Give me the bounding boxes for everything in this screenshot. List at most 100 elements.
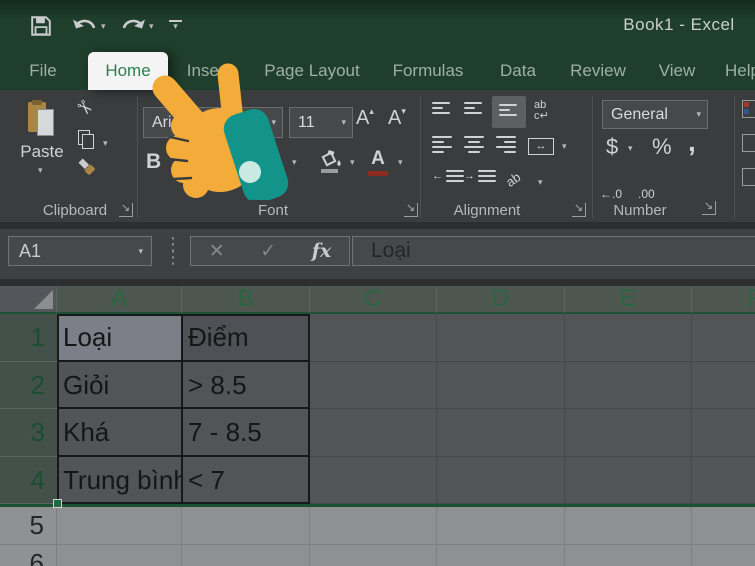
clipboard-dialog-launcher[interactable]: ↘ [119, 203, 133, 217]
borders-button[interactable]: ⊞ [258, 147, 278, 176]
cell-c2[interactable] [310, 362, 437, 409]
font-size-combobox[interactable]: 11 ▾ [289, 107, 353, 138]
copy-dropdown-icon[interactable]: ▾ [103, 139, 108, 148]
column-header-c[interactable]: C [310, 285, 437, 314]
number-dialog-launcher[interactable]: ↘ [702, 201, 716, 215]
redo-button[interactable] [120, 17, 146, 40]
cell-b6[interactable] [182, 545, 310, 566]
cell-f2[interactable] [692, 362, 755, 409]
increase-indent-button[interactable]: → [464, 170, 496, 182]
select-all-corner[interactable] [0, 286, 57, 314]
font-color-dropdown-icon[interactable]: ▾ [398, 158, 403, 167]
tab-view[interactable]: View [646, 52, 708, 90]
align-left-button[interactable] [432, 136, 452, 153]
cell-c4[interactable] [310, 457, 437, 504]
cell-d5[interactable] [437, 507, 565, 545]
cell-c1[interactable] [310, 314, 437, 362]
column-header-e[interactable]: E [565, 285, 692, 314]
tab-help[interactable]: Help [725, 52, 755, 90]
tab-page-layout[interactable]: Page Layout [252, 52, 372, 90]
cell-e2[interactable] [565, 362, 692, 409]
cell-f1[interactable] [692, 314, 755, 362]
font-color-button[interactable]: A [368, 148, 388, 176]
top-align-button[interactable] [432, 102, 450, 114]
row-header-1[interactable]: 1 [0, 314, 57, 362]
bold-button[interactable]: B [146, 150, 161, 174]
column-header-f[interactable]: F [692, 285, 755, 314]
accounting-dropdown-icon[interactable]: ▾ [628, 144, 633, 153]
tab-review[interactable]: Review [560, 52, 636, 90]
format-as-table-icon[interactable] [742, 134, 755, 152]
align-center-button[interactable] [464, 136, 484, 153]
cell-f6[interactable] [692, 545, 755, 566]
align-right-button[interactable] [496, 136, 516, 153]
tab-insert[interactable]: Insert [176, 52, 240, 90]
column-header-b[interactable]: B [182, 285, 310, 314]
cell-e6[interactable] [565, 545, 692, 566]
column-header-a[interactable]: A [57, 285, 182, 314]
paste-dropdown-icon[interactable]: ▾ [38, 166, 43, 175]
orientation-dropdown-icon[interactable]: ▾ [538, 178, 543, 187]
formula-input[interactable]: Loại [352, 236, 755, 266]
borders-dropdown-icon[interactable]: ▾ [292, 158, 297, 167]
cell-styles-icon[interactable] [742, 168, 755, 186]
cell-d4[interactable] [437, 457, 565, 504]
decrease-indent-button[interactable]: ← [432, 170, 464, 182]
cell-a5[interactable] [57, 507, 182, 545]
tab-formulas[interactable]: Formulas [382, 52, 474, 90]
cell-f4[interactable] [692, 457, 755, 504]
save-button[interactable] [30, 15, 52, 42]
middle-align-button[interactable] [464, 102, 482, 114]
font-name-combobox[interactable]: Arial ▾ [143, 107, 283, 138]
cell-d3[interactable] [437, 409, 565, 457]
shrink-font-button[interactable]: A▾ [388, 106, 406, 130]
tab-file[interactable]: File [20, 52, 66, 90]
cell-a6[interactable] [57, 545, 182, 566]
cell-d1[interactable] [437, 314, 565, 362]
undo-button[interactable] [72, 17, 98, 40]
row-header-2[interactable]: 2 [0, 362, 57, 409]
comma-style-button[interactable]: , [688, 126, 696, 158]
tab-data[interactable]: Data [486, 52, 550, 90]
enter-icon[interactable]: ✓ [260, 240, 276, 263]
formula-bar-resize-handle[interactable]: ⋮ ⋮ [164, 235, 182, 266]
name-box[interactable]: A1 ▾ [8, 236, 152, 266]
italic-button[interactable]: I [178, 150, 186, 174]
bottom-align-button[interactable] [492, 96, 526, 128]
fill-color-button[interactable] [318, 149, 344, 179]
cell-b5[interactable] [182, 507, 310, 545]
format-painter-icon[interactable] [76, 156, 98, 183]
merge-center-button[interactable]: ↔ [528, 138, 554, 155]
cell-f5[interactable] [692, 507, 755, 545]
wrap-text-button[interactable]: ab c↵ [534, 100, 549, 122]
copy-icon[interactable] [78, 130, 95, 149]
column-header-d[interactable]: D [437, 285, 565, 314]
row-header-4[interactable]: 4 [0, 457, 57, 504]
cell-e4[interactable] [565, 457, 692, 504]
cell-c5[interactable] [310, 507, 437, 545]
percent-style-button[interactable]: % [652, 134, 672, 160]
accounting-format-button[interactable]: $ [606, 134, 618, 160]
cell-e5[interactable] [565, 507, 692, 545]
cell-d6[interactable] [437, 545, 565, 566]
redo-dropdown-icon[interactable]: ▾ [149, 22, 154, 31]
fill-color-dropdown-icon[interactable]: ▾ [350, 158, 355, 167]
row-header-5[interactable]: 5 [0, 507, 57, 545]
cancel-icon[interactable]: ✕ [209, 240, 225, 263]
number-format-dropdown-icon[interactable]: ▾ [696, 110, 707, 119]
fill-handle[interactable] [53, 499, 62, 508]
cell-c6[interactable] [310, 545, 437, 566]
customize-qat-button[interactable]: ▾ [169, 20, 182, 31]
cell-f3[interactable] [692, 409, 755, 457]
row-header-6[interactable]: 6 [0, 545, 57, 566]
cell-e3[interactable] [565, 409, 692, 457]
conditional-formatting-icon[interactable] [742, 100, 755, 118]
number-format-combobox[interactable]: General ▾ [602, 100, 708, 129]
insert-function-icon[interactable]: fx [312, 240, 332, 262]
tab-home[interactable]: Home [88, 52, 168, 90]
cell-e1[interactable] [565, 314, 692, 362]
paste-button[interactable]: Paste ▾ [16, 98, 68, 188]
grow-font-button[interactable]: A▴ [356, 106, 374, 130]
undo-dropdown-icon[interactable]: ▾ [101, 22, 106, 31]
name-box-dropdown-icon[interactable]: ▾ [138, 246, 151, 256]
